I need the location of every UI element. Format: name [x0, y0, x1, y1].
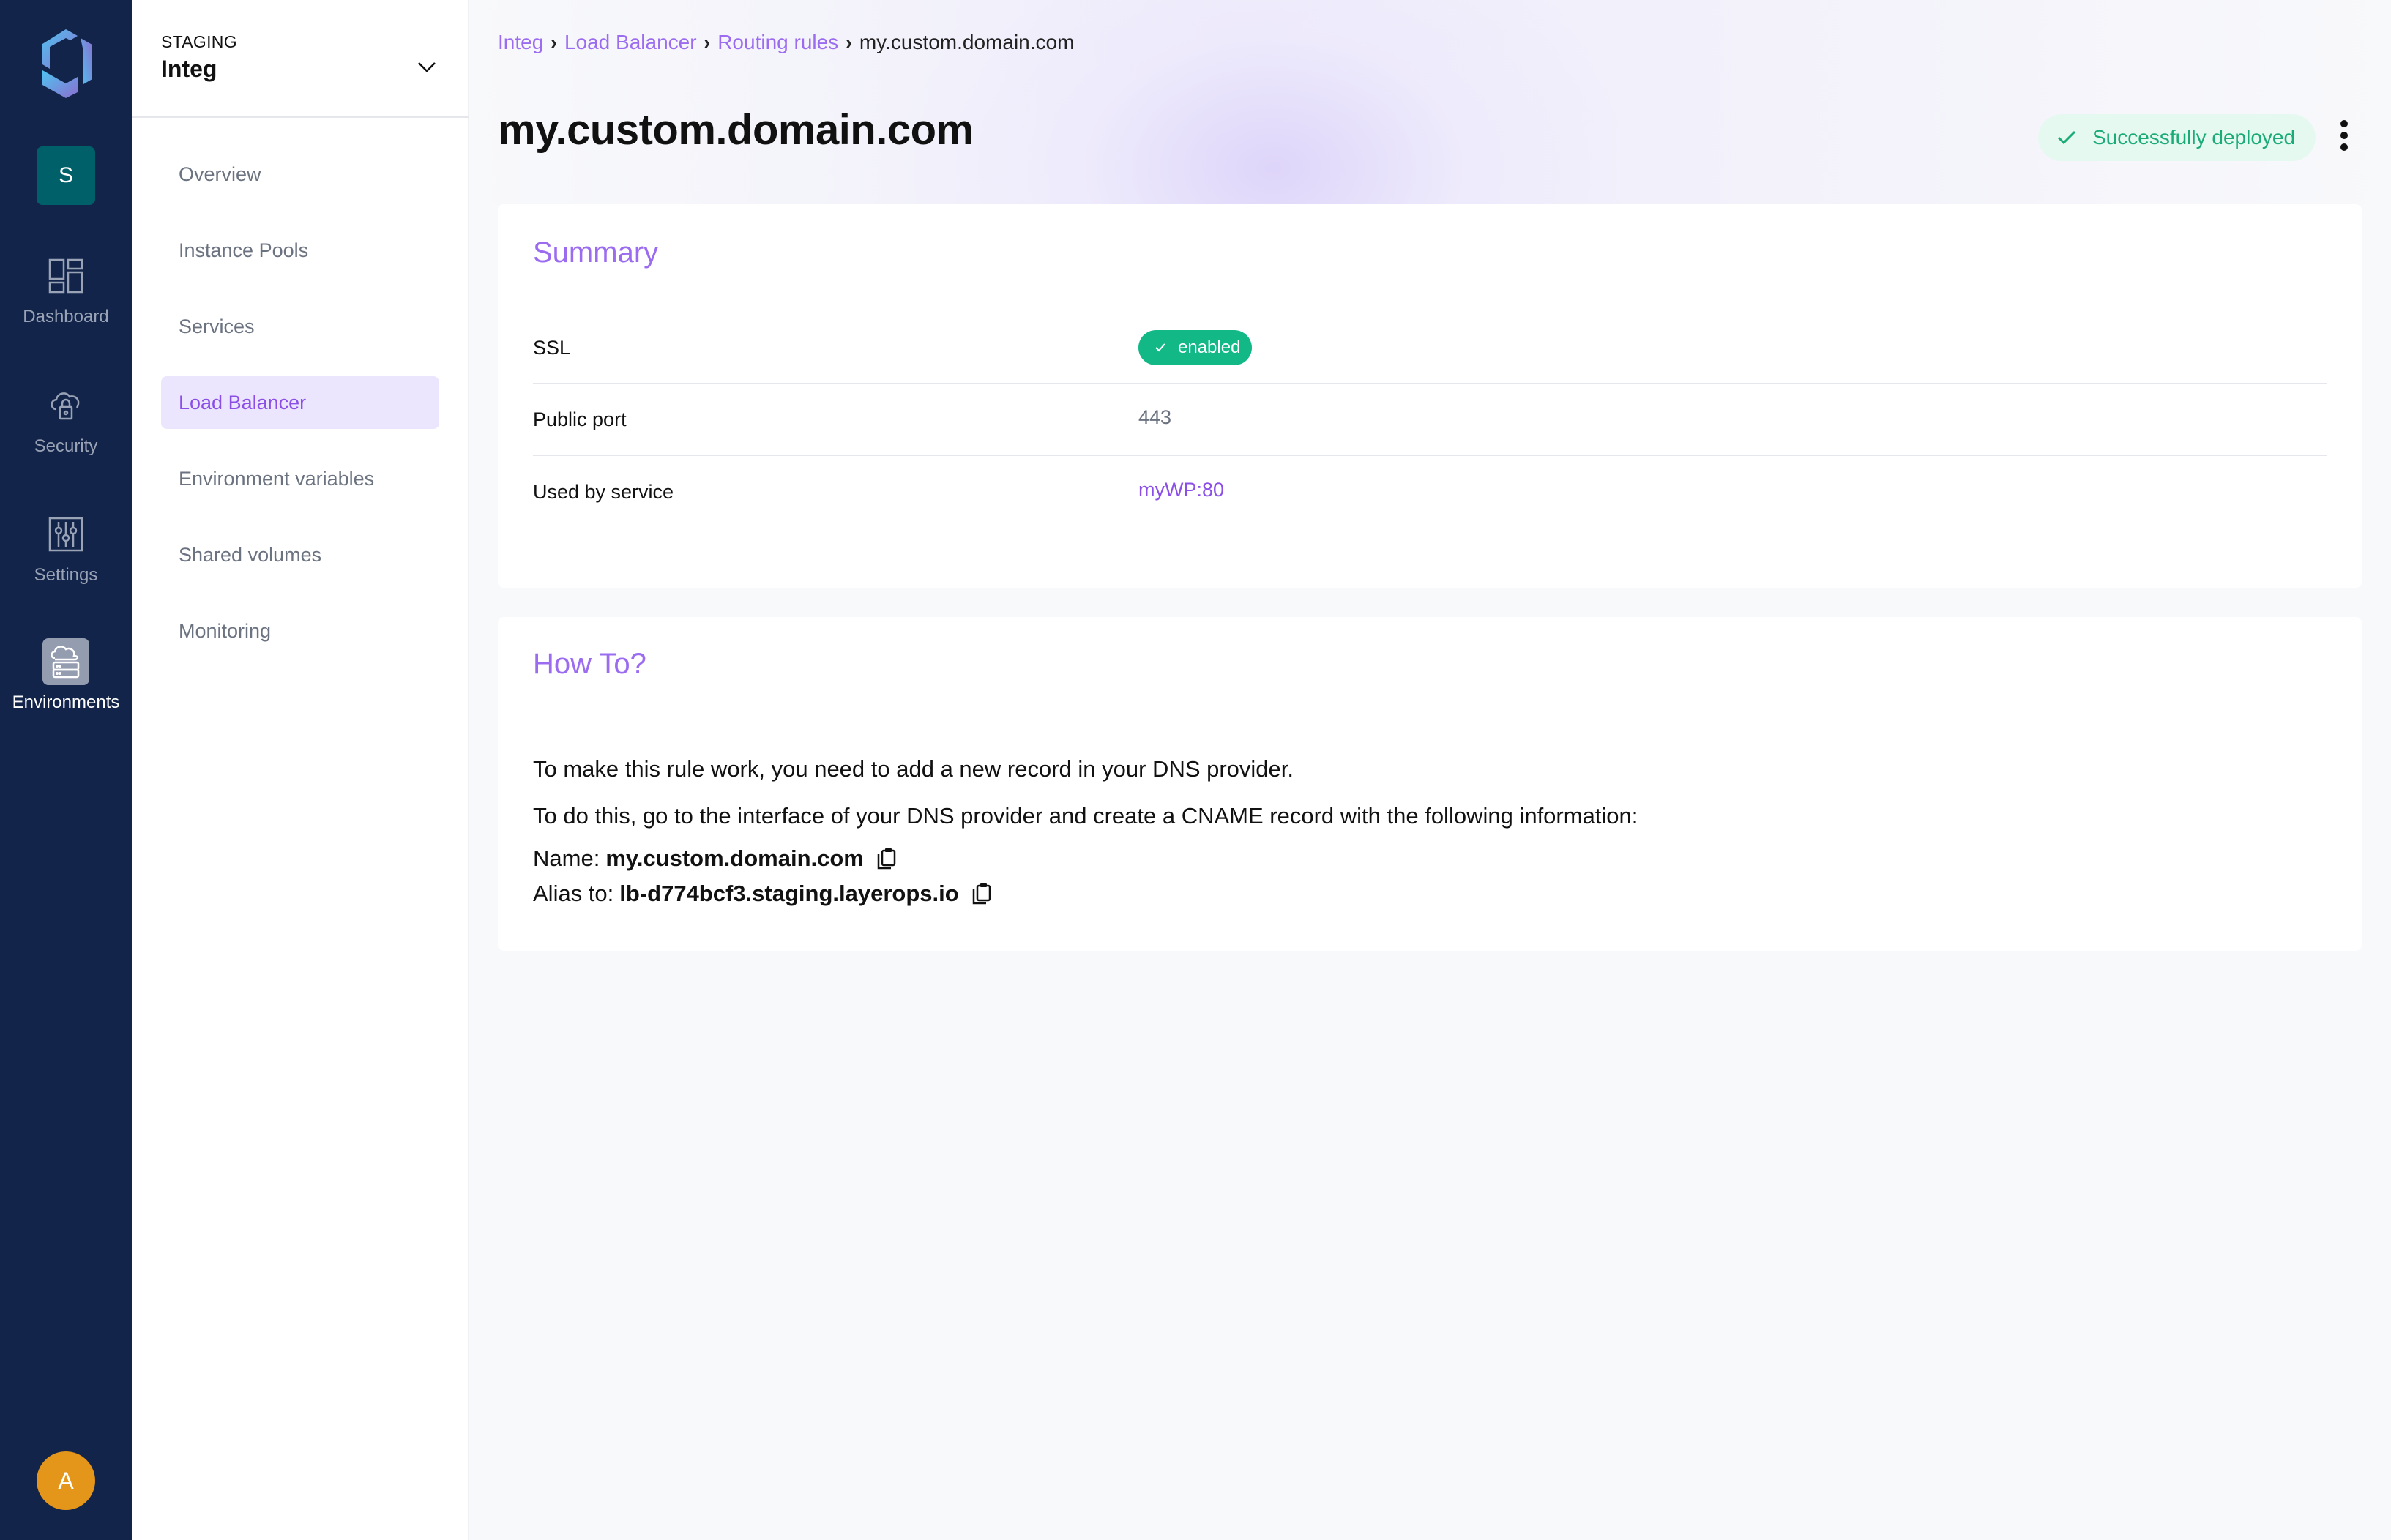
rail-item-label: Security	[34, 436, 98, 456]
kebab-dot-icon	[2340, 120, 2348, 127]
environment-switcher[interactable]: STAGING Integ	[132, 0, 469, 118]
subnav-item-label: Shared volumes	[179, 543, 322, 566]
organization-badge[interactable]: S	[37, 146, 95, 205]
subnav-item-shared-volumes[interactable]: Shared volumes	[161, 528, 439, 581]
breadcrumb-current: my.custom.domain.com	[859, 31, 1075, 53]
ssl-label: SSL	[533, 336, 571, 359]
rail-item-environments[interactable]: Environments	[0, 638, 132, 713]
cname-alias-label: Alias to:	[533, 881, 614, 906]
rail-item-security[interactable]: Security	[0, 382, 132, 457]
rail-item-label: Settings	[34, 565, 98, 585]
rail-item-settings[interactable]: Settings	[0, 511, 132, 586]
cname-name-value: my.custom.domain.com	[605, 845, 864, 871]
environment-name: Integ	[161, 56, 217, 82]
more-options-button[interactable]	[2335, 117, 2353, 154]
breadcrumb-separator: ›	[551, 31, 557, 53]
deployment-status-text: Successfully deployed	[2092, 126, 2296, 149]
public-port-value: 443	[1138, 405, 1172, 428]
service-link[interactable]: myWP:80	[1138, 479, 1224, 501]
ssl-row: SSL enabled	[533, 313, 2327, 384]
subnav-item-monitoring[interactable]: Monitoring	[161, 605, 439, 657]
chevron-down-icon	[418, 62, 436, 72]
summary-card: Summary SSL enabled Public port 443 Used…	[498, 204, 2362, 588]
breadcrumb-separator: ›	[846, 31, 852, 53]
ssl-status-text: enabled	[1178, 337, 1241, 357]
sliders-icon	[42, 511, 89, 558]
user-avatar[interactable]: A	[37, 1451, 95, 1510]
subnav-item-label: Instance Pools	[179, 239, 309, 261]
ssl-status-badge: enabled	[1138, 330, 1253, 365]
summary-title: Summary	[533, 236, 659, 269]
cname-name-label: Name:	[533, 845, 600, 871]
subnav-item-label: Monitoring	[179, 619, 272, 642]
primary-sidebar: S Dashboard Security Settings Environmen…	[0, 0, 132, 1540]
howto-card: How To? To make this rule work, you need…	[498, 617, 2362, 951]
subnav-item-label: Environment variables	[179, 467, 375, 490]
environment-type: STAGING	[161, 32, 237, 51]
breadcrumb-separator: ›	[704, 31, 711, 53]
cloud-server-icon	[42, 638, 89, 685]
layerops-logo-icon[interactable]	[34, 28, 98, 100]
subnav-item-environment-variables[interactable]: Environment variables	[161, 452, 439, 505]
rail-item-dashboard[interactable]: Dashboard	[0, 253, 132, 327]
cloud-lock-icon	[42, 382, 89, 429]
subnav-item-label: Services	[179, 315, 255, 337]
subnav-item-label: Overview	[179, 162, 261, 185]
user-initial: A	[58, 1467, 74, 1494]
cname-alias-value: lb-d774bcf3.staging.layerops.io	[619, 881, 959, 906]
howto-line-2: To do this, go to the interface of your …	[533, 803, 1638, 829]
kebab-dot-icon	[2340, 132, 2348, 139]
breadcrumb-integ[interactable]: Integ	[498, 31, 543, 54]
subnav-item-services[interactable]: Services	[161, 300, 439, 353]
kebab-dot-icon	[2340, 143, 2348, 151]
subnav-item-instance-pools[interactable]: Instance Pools	[161, 224, 439, 277]
cname-name-record: Name: my.custom.domain.com	[533, 845, 898, 872]
breadcrumb-load-balancer[interactable]: Load Balancer	[564, 31, 697, 54]
subnav-item-load-balancer[interactable]: Load Balancer	[161, 376, 439, 429]
deployment-status-badge: Successfully deployed	[2038, 114, 2316, 161]
main-content: Integ › Load Balancer › Routing rules › …	[469, 0, 2391, 1540]
subnav-item-overview[interactable]: Overview	[161, 148, 439, 201]
rail-item-label: Dashboard	[23, 307, 109, 326]
copy-icon[interactable]	[876, 846, 898, 871]
check-icon	[2057, 130, 2076, 145]
cname-alias-record: Alias to: lb-d774bcf3.staging.layerops.i…	[533, 881, 993, 907]
breadcrumb-routing-rules[interactable]: Routing rules	[717, 31, 838, 54]
public-port-label: Public port	[533, 408, 627, 430]
public-port-row: Public port 443	[533, 384, 2327, 456]
copy-icon[interactable]	[971, 881, 993, 906]
rail-item-label: Environments	[12, 692, 120, 712]
howto-line-1: To make this rule work, you need to add …	[533, 756, 1294, 782]
breadcrumb: Integ › Load Balancer › Routing rules › …	[498, 31, 1074, 54]
used-by-service-label: Used by service	[533, 480, 674, 503]
dashboard-icon	[42, 253, 89, 299]
secondary-sidebar: STAGING Integ Overview Instance Pools Se…	[132, 0, 469, 1540]
check-icon	[1155, 343, 1165, 352]
used-by-service-row: Used by service myWP:80	[533, 456, 2327, 528]
subnav-item-label: Load Balancer	[179, 391, 307, 414]
page-title: my.custom.domain.com	[498, 106, 974, 154]
howto-title: How To?	[533, 648, 646, 680]
organization-initial: S	[58, 163, 73, 187]
